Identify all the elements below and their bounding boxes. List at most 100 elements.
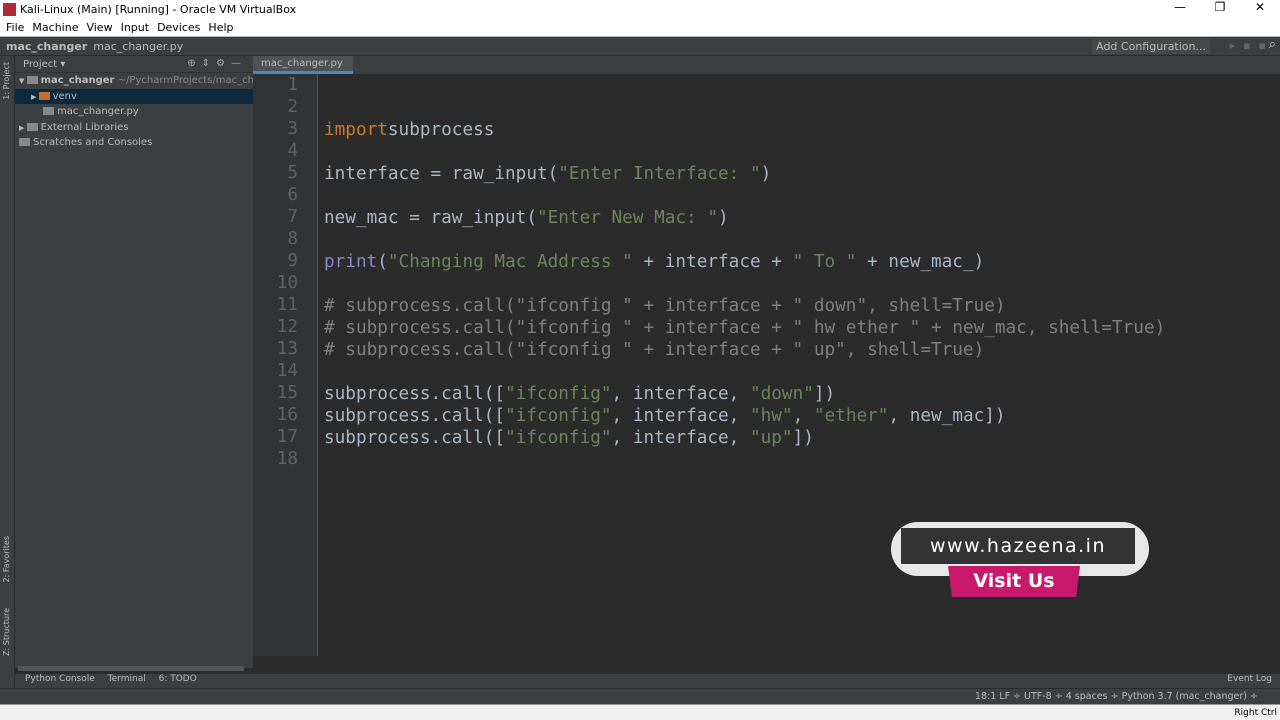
code-line[interactable]: new_mac = raw_input("Enter New Mac: ") xyxy=(324,207,729,229)
line-number: 5 xyxy=(287,163,298,183)
project-horizontal-scrollbar[interactable] xyxy=(18,666,244,671)
code-token: + new_mac_) xyxy=(856,252,985,272)
expand-arrow-icon[interactable]: ▼ xyxy=(19,77,27,85)
folder-icon xyxy=(26,76,38,84)
breadcrumb-project[interactable]: mac_changer xyxy=(6,40,87,53)
code-token: "Changing Mac Address " xyxy=(387,252,633,272)
code-token: # subprocess.call("ifconfig " + interfac… xyxy=(324,296,1006,316)
code-token: interface = raw_input( xyxy=(324,164,559,184)
code-token: # subprocess.call("ifconfig " + interfac… xyxy=(324,340,985,360)
folder-icon xyxy=(19,138,30,146)
banner-url: www.hazeena.in xyxy=(901,528,1135,564)
menu-input[interactable]: Input xyxy=(121,21,149,34)
menu-help[interactable]: Help xyxy=(208,21,233,34)
code-line[interactable]: # subprocess.call("ifconfig " + interfac… xyxy=(324,295,1006,317)
code-line[interactable]: # subprocess.call("ifconfig " + interfac… xyxy=(324,317,1165,339)
code-token: subprocess.call([ xyxy=(324,406,506,426)
tree-item-label: External Libraries xyxy=(40,121,129,133)
code-line[interactable]: subprocess.call(["ifconfig", interface, … xyxy=(324,383,835,405)
favorites-tool-tab[interactable]: 2: Favorites xyxy=(2,536,11,582)
virtualbox-logo-icon xyxy=(3,3,16,16)
add-configuration-button[interactable]: Add Configuration... xyxy=(1092,39,1210,54)
minimize-button[interactable]: — xyxy=(1160,0,1200,14)
code-token: + interface + xyxy=(632,252,793,272)
event-log-tab[interactable]: Event Log xyxy=(1227,674,1272,684)
code-line[interactable]: print("Changing Mac Address " + interfac… xyxy=(324,251,984,273)
code-line[interactable]: subprocess.call(["ifconfig", interface, … xyxy=(324,405,1006,427)
code-token: subprocess.call([ xyxy=(324,384,506,404)
code-line[interactable]: # subprocess.call("ifconfig " + interfac… xyxy=(324,339,984,361)
window-title: Kali-Linux (Main) [Running] - Oracle VM … xyxy=(20,3,297,16)
code-token: ( xyxy=(377,252,388,272)
code-token: "ifconfig" xyxy=(505,428,612,448)
run-debug-icons: ▸▪▪ xyxy=(1229,39,1274,52)
code-token: ) xyxy=(718,208,729,228)
code-token: new_mac = raw_input( xyxy=(324,208,537,228)
line-number: 8 xyxy=(287,229,298,249)
code-token: , interface, xyxy=(611,384,750,404)
tree-item[interactable]: Scratches and Consoles xyxy=(15,135,253,151)
tree-item-label: Scratches and Consoles xyxy=(33,137,153,148)
structure-tool-tab[interactable]: Z: Structure xyxy=(2,608,11,656)
line-number: 9 xyxy=(287,251,298,271)
project-tool-tab[interactable]: 1: Project xyxy=(2,62,11,100)
code-token: ]) xyxy=(813,384,836,404)
code-line[interactable]: importsubprocess xyxy=(324,119,494,141)
menu-file[interactable]: File xyxy=(6,21,24,34)
search-icon[interactable]: ⌕ xyxy=(1269,37,1276,52)
line-number: 1 xyxy=(287,75,298,95)
breadcrumb-file[interactable]: mac_changer.py xyxy=(93,40,183,53)
tree-item-label: mac_changer.py xyxy=(57,106,139,117)
folder-icon xyxy=(26,122,38,131)
line-number: 6 xyxy=(287,185,298,205)
code-token: , interface, xyxy=(611,428,750,448)
code-token: "Enter Interface: " xyxy=(558,164,761,184)
line-number: 17 xyxy=(276,427,298,447)
menu-bar: File Machine View Input Devices Help xyxy=(0,19,1280,37)
line-number: 3 xyxy=(287,119,298,139)
line-number: 13 xyxy=(276,339,298,359)
line-number: 16 xyxy=(276,405,298,425)
folder-icon xyxy=(38,91,50,100)
code-token: print xyxy=(324,252,378,272)
code-line[interactable]: interface = raw_input("Enter Interface: … xyxy=(324,163,771,185)
tree-item[interactable]: ▼ mac_changer ~/PycharmProjects/mac_chan… xyxy=(15,73,253,89)
line-number: 7 xyxy=(287,207,298,227)
project-tree: ▼ mac_changer ~/PycharmProjects/mac_chan… xyxy=(15,73,253,151)
window-titlebar: Kali-Linux (Main) [Running] - Oracle VM … xyxy=(0,0,1280,19)
tree-item-path: ~/PycharmProjects/mac_changer xyxy=(117,75,253,86)
expand-arrow-icon[interactable]: ▶ xyxy=(19,124,27,132)
menu-view[interactable]: View xyxy=(86,21,112,34)
code-token: "ifconfig" xyxy=(505,406,612,426)
code-token: "ether" xyxy=(813,406,889,426)
code-token: subprocess xyxy=(387,120,495,140)
terminal-tab[interactable]: Terminal xyxy=(108,674,146,684)
status-info[interactable]: 18:1 LF ÷ UTF-8 ÷ 4 spaces ÷ Python 3.7 … xyxy=(975,691,1258,702)
code-token: ]) xyxy=(792,428,814,448)
visit-us-badge: Visit Us xyxy=(948,566,1080,597)
expand-arrow-icon[interactable]: ▶ xyxy=(31,93,39,101)
tab-mac-changer-py[interactable]: mac_changer.py xyxy=(253,56,353,74)
line-number: 10 xyxy=(276,273,298,293)
code-line[interactable]: subprocess.call(["ifconfig", interface, … xyxy=(324,427,814,449)
code-token: "ifconfig" xyxy=(505,384,612,404)
todo-tab[interactable]: 6: TODO xyxy=(159,674,197,684)
menu-machine[interactable]: Machine xyxy=(32,21,78,34)
tree-item[interactable]: ▶ External Libraries xyxy=(15,120,253,136)
menu-devices[interactable]: Devices xyxy=(157,21,200,34)
tree-item[interactable]: ▶ venv xyxy=(15,88,253,104)
code-token: subprocess.call([ xyxy=(324,428,506,448)
folder-icon xyxy=(43,107,54,115)
line-number: 4 xyxy=(287,141,298,161)
python-console-tab[interactable]: Python Console xyxy=(25,674,95,684)
panel-tool-icons[interactable]: ⊕⇕⚙— xyxy=(187,58,247,69)
restore-button[interactable]: ❐ xyxy=(1200,0,1240,14)
project-view-dropdown[interactable]: Project ▾ xyxy=(23,59,65,70)
code-token: " To " xyxy=(792,252,857,272)
code-token: ) xyxy=(760,164,772,184)
tree-item[interactable]: mac_changer.py xyxy=(15,104,253,120)
left-tool-strip: 1: Project 2: Favorites Z: Structure xyxy=(0,56,15,688)
close-button[interactable]: ✕ xyxy=(1240,0,1280,14)
navigation-bar: mac_changer mac_changer.py Add Configura… xyxy=(0,37,1280,56)
code-token: , new_mac]) xyxy=(888,406,1006,426)
